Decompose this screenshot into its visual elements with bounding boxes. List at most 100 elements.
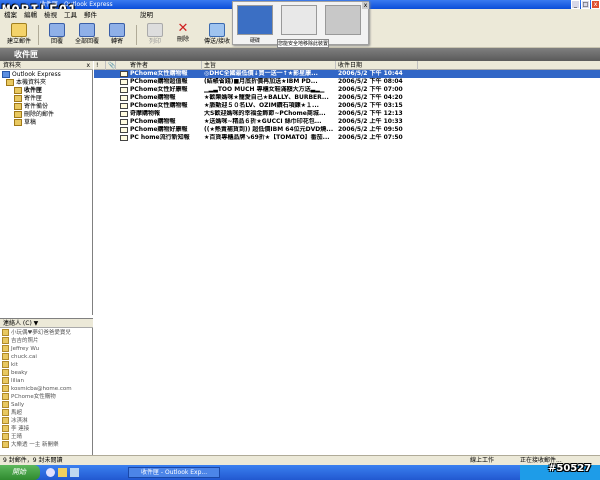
print-icon [147, 23, 163, 37]
message-list-header: ! 📎 寄件者 主旨 收件日期 [94, 61, 600, 70]
column-from[interactable]: 寄件者 [128, 61, 202, 70]
contact-item[interactable]: 小玩偶♥夢幻爸爸愛寶兒 [2, 329, 92, 337]
unread-envelope-icon [120, 110, 128, 118]
menu-view[interactable]: 檢視 [42, 10, 59, 20]
contact-icon [2, 417, 9, 424]
contacts-header[interactable]: 連絡人 (C) ▼ [0, 319, 93, 328]
maximize-button[interactable]: □ [581, 0, 590, 9]
message-from: PChome購物好康報 [130, 126, 188, 133]
usb-device-popup: 硬碟 您能安全地移除此裝置 x [232, 1, 369, 48]
message-date: 2006/5/2 上午 07:50 [338, 134, 403, 141]
contact-item[interactable]: 王晴 [2, 433, 92, 441]
contact-icon [2, 393, 9, 400]
message-row[interactable]: PChome女性好康報 ▁▂▃TOO MUCH 專櫃女鞋滿額大方送▃▂▁ 200… [94, 86, 600, 94]
message-subject: ((★熱賣補貨到)) 超低價IBM 64位元DVD燒... [204, 126, 334, 133]
message-date: 2006/5/2 上午 10:33 [338, 118, 403, 125]
column-subject[interactable]: 主旨 [202, 61, 336, 70]
contact-item[interactable]: 馬超 [2, 409, 92, 417]
message-row[interactable]: PChome購物報 ★送媽咪~精品６折★GUCCI 絲巾印花包... 2006/… [94, 118, 600, 126]
message-subject: ★送媽咪~精品６折★GUCCI 絲巾印花包... [204, 118, 322, 125]
quicklaunch-mail-icon[interactable] [70, 468, 79, 477]
menu-edit[interactable]: 編輯 [22, 10, 39, 20]
quicklaunch-ie-icon[interactable] [46, 468, 55, 477]
message-row[interactable]: 奇摩購物報 大S歡迎媽咪的幸福金飾節~PChome商城... 2006/5/2 … [94, 110, 600, 118]
contact-item[interactable]: 吉吉的照片 [2, 337, 92, 345]
unread-envelope-icon [120, 86, 128, 94]
menu-file[interactable]: 檔案 [2, 10, 19, 20]
message-from: PC home流行新知報 [130, 134, 190, 141]
folder-deleted[interactable]: 刪除的郵件 [0, 111, 93, 119]
sent-icon [14, 103, 22, 110]
contact-item[interactable]: PChome女性購物 [2, 393, 92, 401]
reply-icon [49, 23, 65, 37]
minimize-button[interactable]: _ [571, 0, 580, 9]
contact-item[interactable]: Sally [2, 401, 92, 409]
contact-item[interactable]: 冰淇淋 [2, 417, 92, 425]
contact-icon [2, 377, 9, 384]
quicklaunch-folder-icon[interactable] [58, 468, 67, 477]
watermark: #50527 [548, 463, 592, 474]
message-row[interactable]: PChome購物超值報 (結帳省錢)■月底折價再加送★IBM PD... 200… [94, 78, 600, 86]
contact-item[interactable]: beaky [2, 369, 92, 377]
start-button[interactable]: 開始 [0, 465, 40, 480]
column-received[interactable]: 收件日期 [336, 61, 418, 70]
message-from: PChome女性好康報 [130, 86, 188, 93]
folder-pane-header: 資料夾 x [0, 61, 93, 70]
hard-disk-device[interactable] [237, 5, 273, 35]
message-date: 2006/5/2 下午 03:15 [338, 102, 403, 109]
message-row[interactable]: PChome女性購物報 ★脈動迎５０名LV、OZIM鑽石項鍊★１... 2006… [94, 102, 600, 110]
menu-mail[interactable]: 郵件 [82, 10, 99, 20]
contact-item[interactable]: Jeffrey Wu [2, 345, 92, 353]
message-from: PChome女性購物報 [130, 102, 188, 109]
close-button[interactable]: x [591, 0, 600, 9]
column-priority[interactable]: ! [94, 61, 106, 70]
menu-help[interactable]: 說明 [138, 10, 155, 20]
taskbar-outlook-button[interactable]: 收件匣 - Outlook Exp... [128, 467, 220, 478]
unread-envelope-icon [120, 102, 128, 110]
message-from: PChome女性購物報 [130, 70, 188, 77]
reply-button[interactable]: 回覆 [42, 23, 72, 47]
contact-item[interactable]: lilian [2, 377, 92, 385]
send-receive-button[interactable]: 傳送/接收 [200, 23, 234, 47]
message-row[interactable]: PChome女性購物報 ◎DHC全國最低價↓買一送一↑★影星康... 2006/… [94, 70, 600, 78]
usb-drive-device[interactable] [281, 5, 317, 35]
print-button[interactable]: 列印 [140, 23, 170, 47]
contact-item[interactable]: kosmicba@home.com [2, 385, 92, 393]
message-row[interactable]: PChome購物報 ★歡樂媽咪★寵愛自己★BALLY、BURBER... 200… [94, 94, 600, 102]
contact-item[interactable]: 李 連接 [2, 425, 92, 433]
reply-all-icon [79, 23, 95, 37]
contact-item[interactable]: kit [2, 361, 92, 369]
unread-envelope-icon [120, 126, 128, 134]
pane-close-icon[interactable]: x [86, 61, 90, 70]
contact-item[interactable]: chuck.cai [2, 353, 92, 361]
usb-stick-device[interactable] [325, 5, 361, 35]
delete-button[interactable]: ✕ 刪除 [168, 22, 198, 47]
contact-icon [2, 337, 9, 344]
message-subject: ★脈動迎５０名LV、OZIM鑽石項鍊★１... [204, 102, 319, 109]
folder-local[interactable]: 本機資料夾 [0, 79, 93, 87]
status-bar: 9 封郵件，9 封未閱讀 線上工作 正在接收郵件... [0, 455, 600, 465]
toolbar-separator [136, 25, 137, 45]
folder-pane: 資料夾 x Outlook Express 本機資料夾 收件匣 寄件匣 寄件備份… [0, 61, 93, 315]
folder-outlook-express[interactable]: Outlook Express [0, 71, 93, 79]
message-row[interactable]: PC home流行新知報 ★百貨專櫃品牌↘69折★【TOMATO】番茄... 2… [94, 134, 600, 142]
folder-drafts[interactable]: 草稿 [0, 119, 93, 127]
folder-inbox[interactable]: 收件匣 [0, 87, 93, 95]
message-row[interactable]: PChome購物好康報 ((★熱賣補貨到)) 超低價IBM 64位元DVD燒..… [94, 126, 600, 134]
message-subject: ▁▂▃TOO MUCH 專櫃女鞋滿額大方送▃▂▁ [204, 86, 325, 93]
new-mail-button[interactable]: 建立郵件 [4, 23, 34, 47]
contact-item[interactable]: 大樂透 一主 新開樂 [2, 441, 92, 449]
popup-close-icon[interactable]: x [362, 2, 369, 9]
reply-all-button[interactable]: 全部回覆 [72, 23, 102, 47]
message-date: 2006/5/2 下午 08:04 [338, 78, 403, 85]
column-attachment[interactable]: 📎 [106, 61, 116, 70]
unread-envelope-icon [120, 78, 128, 86]
send-receive-icon [209, 23, 225, 37]
folder-outbox[interactable]: 寄件匣 [0, 95, 93, 103]
folder-icon [6, 79, 14, 86]
folder-title: 收件匣 [14, 50, 38, 59]
folder-title-bar: 收件匣 [0, 48, 600, 61]
forward-button[interactable]: 轉寄 [102, 23, 132, 47]
menu-tools[interactable]: 工具 [62, 10, 79, 20]
folder-sent[interactable]: 寄件備份 [0, 103, 93, 111]
